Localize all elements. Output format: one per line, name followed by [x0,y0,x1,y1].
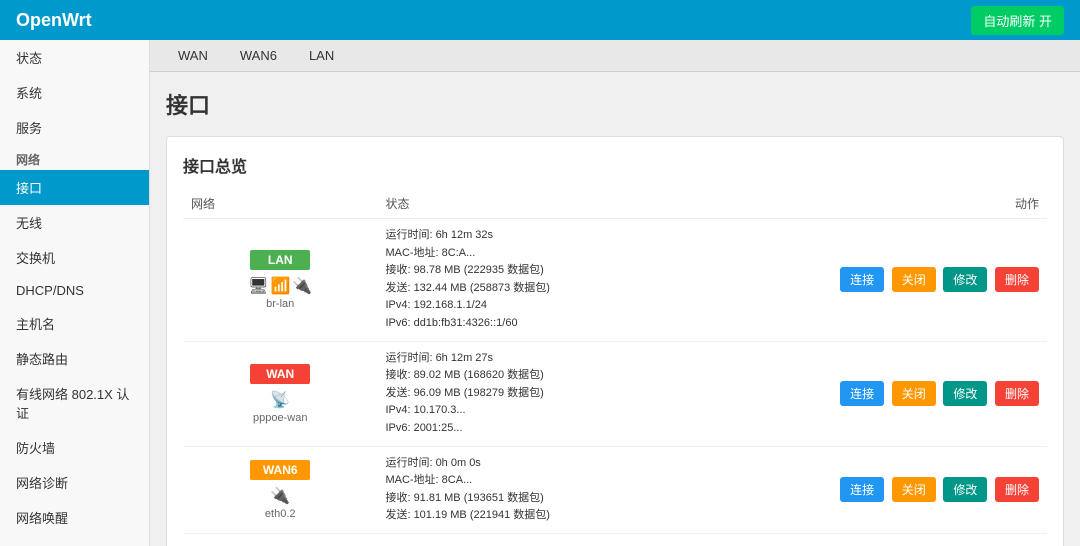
main-content: WAN WAN6 LAN 接口 接口总览 网络 状态 动作 [150,40,1080,546]
col-status: 状态 [377,189,680,219]
lan-computer-icon: 🖥 [248,276,268,296]
sidebar-item-net-diag[interactable]: 网络诊断 [0,465,149,500]
sidebar-section-network: 网络 [0,145,149,170]
layout: 状态 系统 服务 网络 接口 无线 交换机 DHCP/DNS 主机名 静态路由 … [0,40,1080,546]
wan-network-icon: 📡 [270,390,290,410]
wan6-close-button[interactable]: 关闭 [892,477,936,502]
overview-section: 接口总览 网络 状态 动作 [166,136,1064,546]
sidebar-item-dhcp-dns[interactable]: DHCP/DNS [0,275,149,306]
tab-lan[interactable]: LAN [297,40,346,71]
page-content: 接口 接口总览 网络 状态 动作 [150,72,1080,546]
wan-connect-button[interactable]: 连接 [840,381,884,406]
wan-close-button[interactable]: 关闭 [892,381,936,406]
sidebar-item-switch[interactable]: 交换机 [0,240,149,275]
wan-network-cell: WAN 📡 pppoe-wan [191,364,369,424]
wan6-delete-button[interactable]: 删除 [995,477,1039,502]
wan6-badge: WAN6 [250,460,310,480]
wan6-device-icons: 🔌 [270,486,290,506]
sidebar: 状态 系统 服务 网络 接口 无线 交换机 DHCP/DNS 主机名 静态路由 … [0,40,150,546]
sidebar-item-8021x[interactable]: 有线网络 802.1X 认证 [0,376,149,430]
wan-device-label: pppoe-wan [253,412,307,424]
lan-connection-icon: 📶 [270,276,290,296]
col-actions: 动作 [680,189,1047,219]
sidebar-item-firewall[interactable]: 防火墙 [0,430,149,465]
lan-status: 运行时间: 6h 12m 32s MAC-地址: 8C:A... 接收: 98.… [385,227,672,333]
lan-device-icons: 🖥 📶 🔌 [248,276,312,296]
interface-table: 网络 状态 动作 LAN 🖥 [183,189,1047,534]
auto-refresh-button[interactable]: 自动刷新 开 [971,6,1064,35]
wan6-actions: 连接 关闭 修改 删除 [688,477,1039,502]
page-title: 接口 [166,88,1064,120]
col-network: 网络 [183,189,377,219]
lan-delete-button[interactable]: 删除 [995,267,1039,292]
wan6-device-label: eth0.2 [265,508,296,520]
lan-close-button[interactable]: 关闭 [892,267,936,292]
overview-section-title: 接口总览 [183,153,1047,177]
table-row: WAN 📡 pppoe-wan 运行时间: 6h 12m 27s [183,341,1047,446]
wan6-network-icon: 🔌 [270,486,290,506]
wan6-edit-button[interactable]: 修改 [943,477,987,502]
sidebar-item-qos1[interactable]: 石像鬼QoS [0,535,149,546]
lan-edit-button[interactable]: 修改 [943,267,987,292]
wan-delete-button[interactable]: 删除 [995,381,1039,406]
lan-connect-button[interactable]: 连接 [840,267,884,292]
lan-device-label: br-lan [266,298,294,310]
wan6-status: 运行时间: 0h 0m 0s MAC-地址: 8CA... 接收: 91.81 … [385,455,672,525]
wan6-connect-button[interactable]: 连接 [840,477,884,502]
table-row: LAN 🖥 📶 🔌 br-lan [183,219,1047,342]
wan-device-icons: 📡 [270,390,290,410]
sidebar-item-net-bridge[interactable]: 网络唤醒 [0,500,149,535]
wan-badge: WAN [250,364,310,384]
sidebar-item-wireless[interactable]: 无线 [0,205,149,240]
lan-network-cell: LAN 🖥 📶 🔌 br-lan [191,250,369,310]
wan6-network-cell: WAN6 🔌 eth0.2 [191,460,369,520]
sidebar-item-status[interactable]: 状态 [0,40,149,75]
lan-actions: 连接 关闭 修改 删除 [688,267,1039,292]
sidebar-item-static-routes[interactable]: 静态路由 [0,341,149,376]
lan-badge: LAN [250,250,310,270]
wan-actions: 连接 关闭 修改 删除 [688,381,1039,406]
logo: OpenWrt [16,10,92,31]
wan-edit-button[interactable]: 修改 [943,381,987,406]
wan-status: 运行时间: 6h 12m 27s 接收: 89.02 MB (168620 数据… [385,350,672,438]
tab-bar: WAN WAN6 LAN [150,40,1080,72]
lan-network-icon: 🔌 [292,276,312,296]
table-row: WAN6 🔌 eth0.2 运行时间: 0h 0m 0s [183,446,1047,533]
sidebar-item-interface[interactable]: 接口 [0,170,149,205]
tab-wan[interactable]: WAN [166,40,220,71]
header: OpenWrt 自动刷新 开 [0,0,1080,40]
sidebar-item-system[interactable]: 系统 [0,75,149,110]
sidebar-item-hosts[interactable]: 主机名 [0,306,149,341]
sidebar-item-service[interactable]: 服务 [0,110,149,145]
tab-wan6[interactable]: WAN6 [228,40,289,71]
